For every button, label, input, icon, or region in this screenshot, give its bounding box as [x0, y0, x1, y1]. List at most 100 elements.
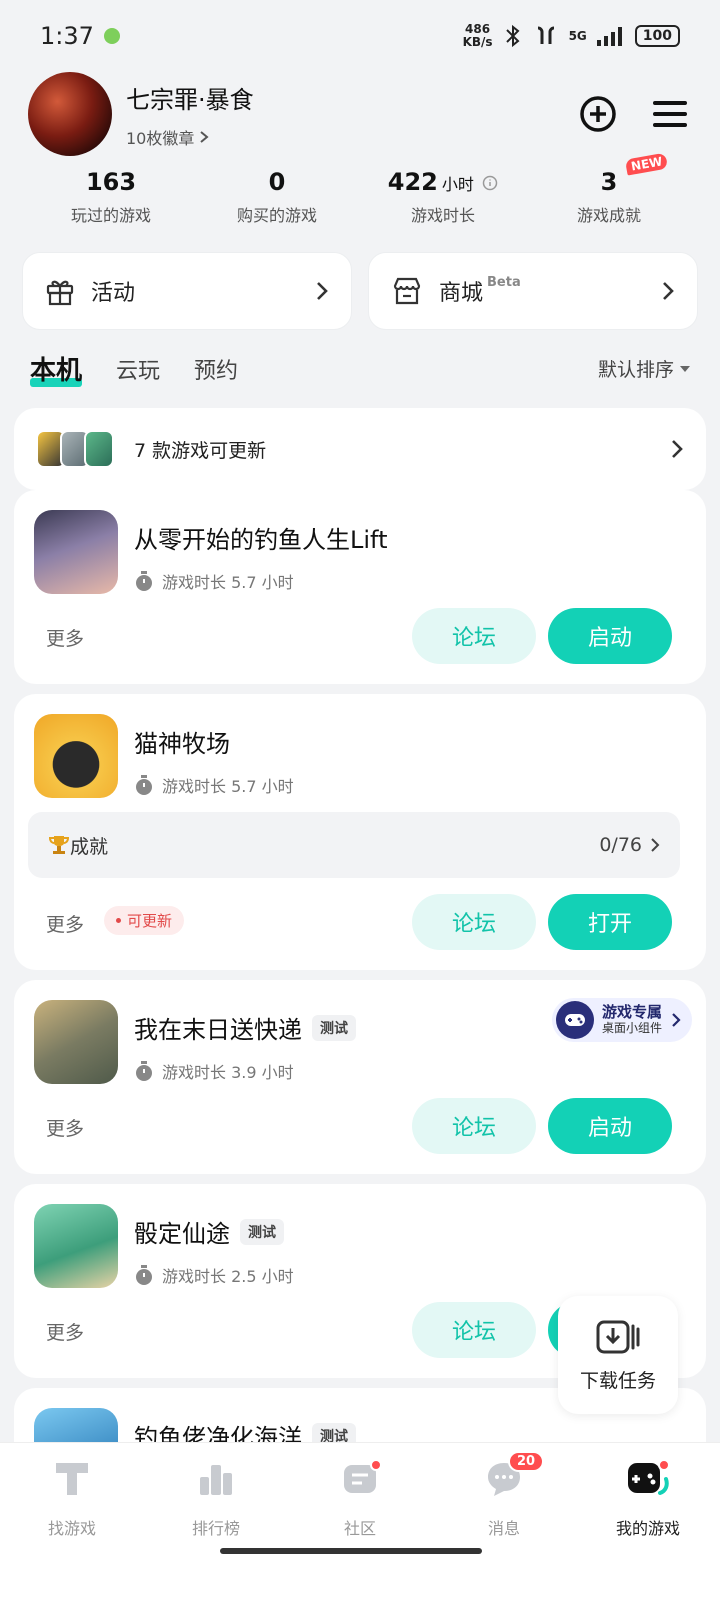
stat-value-wrap: 422 小时	[360, 168, 526, 196]
game-card[interactable]: 我在末日送快递 测试 游戏时长 3.9 小时 游戏专属 桌面小组件 更多 论坛 …	[14, 980, 706, 1174]
game-icon[interactable]	[34, 1204, 118, 1288]
stats-row: 163 玩过的游戏 0 购买的游戏 422 小时 游戏时长 NEW 3 游戏成就	[28, 152, 692, 226]
sort-label: 默认排序	[597, 359, 674, 381]
network-speed: 486 KB/s	[463, 23, 493, 49]
forum-button[interactable]: 论坛	[412, 894, 536, 950]
download-tasks-button[interactable]: 下载任务	[558, 1296, 678, 1414]
chevron-right-icon	[317, 282, 328, 300]
gamepad-icon	[555, 1001, 594, 1039]
play-time-text: 游戏时长 5.7 小时	[162, 573, 294, 592]
widget-subtitle: 桌面小组件	[601, 1021, 662, 1035]
username: 七宗罪·暴食	[126, 85, 254, 114]
forum-button[interactable]: 论坛	[412, 1098, 536, 1154]
chevron-right-icon	[672, 1013, 681, 1027]
stopwatch-icon	[136, 1061, 152, 1081]
achievement-bar[interactable]: 成就 0/76	[28, 812, 680, 878]
gift-icon	[46, 280, 74, 306]
stopwatch-icon	[136, 1265, 152, 1285]
game-title: 我在末日送快递 测试	[134, 1010, 356, 1045]
update-game-icons	[36, 430, 114, 468]
find-games-icon	[50, 1457, 94, 1501]
game-header: 从零开始的钓鱼人生Lift 游戏时长 5.7 小时	[34, 510, 387, 594]
home-indicator[interactable]	[220, 1548, 482, 1554]
stat-value: 422	[387, 168, 438, 196]
nav-rankings[interactable]: 排行榜	[156, 1457, 276, 1539]
game-thumb	[84, 430, 114, 468]
status-icons: 486 KB/s 5G 100	[463, 23, 680, 49]
info-icon[interactable]	[482, 175, 498, 191]
bottom-navigation: 找游戏 排行榜 社区 20 消息 我的游戏	[0, 1442, 720, 1600]
chevron-right-icon	[672, 440, 683, 458]
caret-down-icon	[680, 365, 690, 372]
update-badge[interactable]: 可更新	[104, 906, 185, 935]
sort-dropdown[interactable]: 默认排序	[598, 355, 690, 382]
achievement-count-wrap: 0/76	[599, 834, 660, 856]
stat-purchased-games[interactable]: 0 购买的游戏	[194, 168, 360, 226]
game-icon[interactable]	[34, 510, 118, 594]
stat-achievements[interactable]: NEW 3 游戏成就	[526, 152, 692, 226]
game-tabs: 本机 云玩 预约 默认排序	[30, 350, 690, 387]
updates-available-card[interactable]: 7 款游戏可更新	[14, 408, 706, 490]
menu-icon	[653, 101, 687, 127]
more-link[interactable]: 更多	[46, 1318, 84, 1345]
badges-link[interactable]: 10枚徽章	[126, 125, 548, 149]
game-icon[interactable]	[34, 714, 118, 798]
more-link[interactable]: 更多	[46, 1114, 84, 1141]
more-link[interactable]: 更多	[46, 910, 84, 937]
game-meta: 我在末日送快递 测试 游戏时长 3.9 小时	[134, 1000, 356, 1084]
quick-entry-row: 活动 商城 Beta	[22, 252, 698, 330]
play-time-text: 游戏时长 2.5 小时	[162, 1267, 294, 1286]
clock: 1:37	[40, 22, 94, 50]
launch-button[interactable]: 启动	[548, 1098, 672, 1154]
plus-circle-icon	[580, 96, 616, 132]
notification-dot	[658, 1459, 670, 1471]
tab-reserved[interactable]: 预约	[194, 353, 238, 385]
store-card[interactable]: 商城 Beta	[368, 252, 698, 330]
add-button[interactable]	[576, 92, 620, 136]
nav-find-games[interactable]: 找游戏	[12, 1457, 132, 1539]
profile-info: 七宗罪·暴食 10枚徽章	[126, 80, 548, 149]
activity-card[interactable]: 活动	[22, 252, 352, 330]
bluetooth-icon	[505, 24, 520, 48]
status-time: 1:37	[40, 22, 120, 50]
nav-community[interactable]: 社区	[300, 1457, 420, 1539]
store-label-wrap: 商城 Beta	[439, 275, 661, 307]
message-count-badge: 20	[508, 1451, 545, 1472]
stat-label: 购买的游戏	[236, 206, 317, 225]
tab-local[interactable]: 本机	[30, 350, 83, 387]
game-title: 骰定仙途 测试	[134, 1214, 294, 1249]
nav-messages[interactable]: 20 消息	[444, 1451, 564, 1539]
game-icon[interactable]	[34, 1000, 118, 1084]
game-header: 猫神牧场 游戏时长 5.7 小时	[34, 714, 294, 798]
badges-count: 10枚徽章	[126, 128, 195, 148]
test-tag: 测试	[312, 1014, 356, 1041]
more-link[interactable]: 更多	[46, 624, 84, 651]
nav-my-games[interactable]: 我的游戏	[588, 1457, 708, 1539]
desktop-widget-pill[interactable]: 游戏专属 桌面小组件	[551, 998, 692, 1042]
achievement-label: 成就	[70, 835, 109, 858]
forum-button[interactable]: 论坛	[412, 1302, 536, 1358]
stat-play-time[interactable]: 422 小时 游戏时长	[360, 168, 526, 226]
play-time: 游戏时长 2.5 小时	[134, 1263, 294, 1287]
forum-button[interactable]: 论坛	[412, 608, 536, 664]
tab-cloud[interactable]: 云玩	[116, 353, 160, 385]
download-icon	[596, 1320, 640, 1353]
menu-button[interactable]	[648, 92, 692, 136]
game-card[interactable]: 从零开始的钓鱼人生Lift 游戏时长 5.7 小时 更多 论坛 启动	[14, 490, 706, 684]
open-button[interactable]: 打开	[548, 894, 672, 950]
launch-button[interactable]: 启动	[548, 608, 672, 664]
store-label: 商城	[439, 281, 484, 306]
network-type: 5G	[568, 29, 587, 43]
game-header: 骰定仙途 测试 游戏时长 2.5 小时	[34, 1204, 294, 1288]
game-meta: 从零开始的钓鱼人生Lift 游戏时长 5.7 小时	[134, 510, 387, 594]
play-time-text: 游戏时长 5.7 小时	[162, 777, 294, 796]
game-card[interactable]: 猫神牧场 游戏时长 5.7 小时 成就 0/76 更多 可更新 论坛 打开	[14, 694, 706, 970]
stat-played-games[interactable]: 163 玩过的游戏	[28, 168, 194, 226]
avatar[interactable]	[28, 72, 112, 156]
rankings-icon	[194, 1457, 238, 1501]
stat-label: 游戏成就	[576, 206, 641, 225]
trophy-icon	[48, 836, 70, 854]
network-speed-unit: KB/s	[462, 35, 493, 49]
game-meta: 猫神牧场 游戏时长 5.7 小时	[134, 714, 294, 798]
chevron-right-icon	[663, 282, 674, 300]
